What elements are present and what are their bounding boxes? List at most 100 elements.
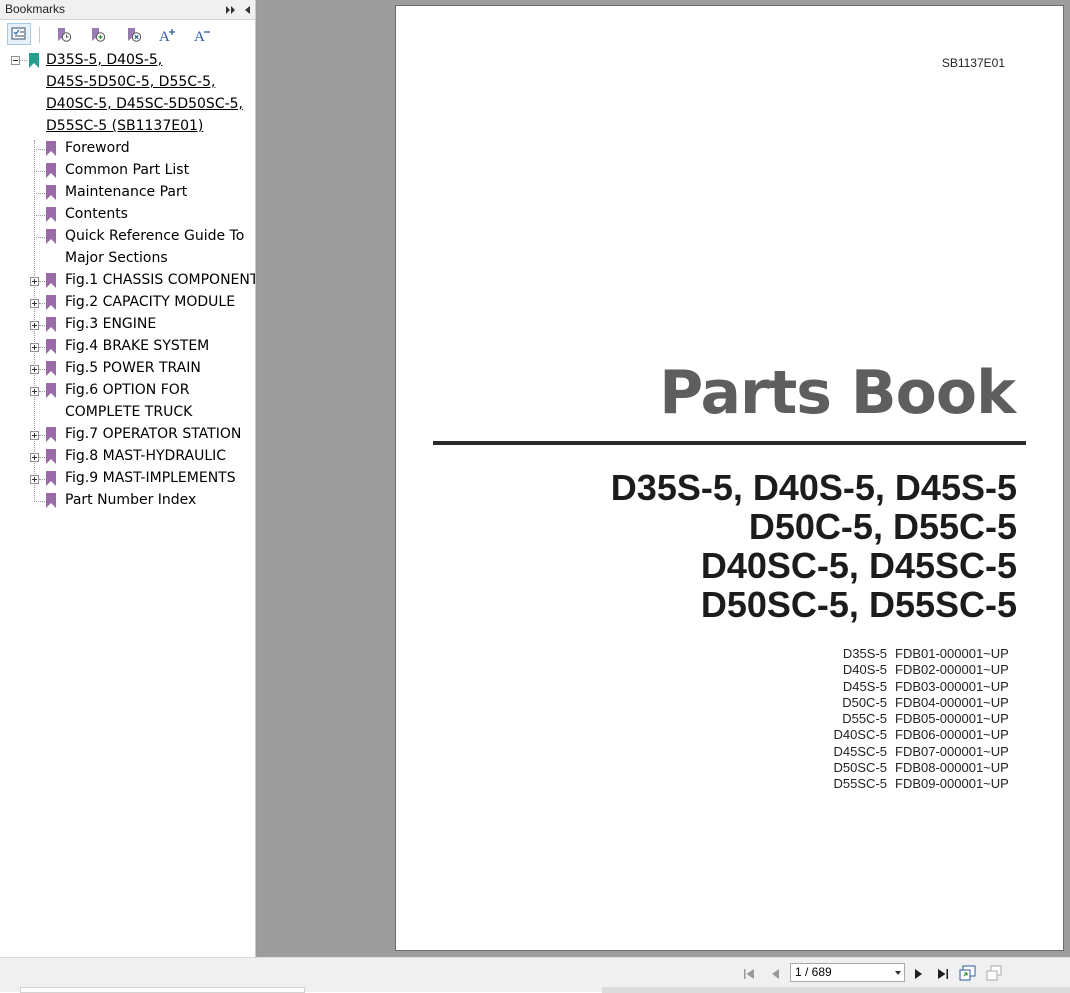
bookmark-item-label[interactable]: Fig.6 OPTION FOR [65,379,190,401]
bookmark-item-label[interactable]: Fig.5 POWER TRAIN [65,357,201,379]
expand-toggle-icon[interactable] [30,321,39,330]
document-page: SB1137E01 Parts Book D35S-5, D40S-5, D45… [395,5,1064,951]
navigation-bar: 1 / 689 [0,957,1070,993]
bookmark-item[interactable]: Fig.1 CHASSIS COMPONENT [0,269,255,291]
bookmark-item[interactable]: Common Part List [0,159,255,181]
single-page-view-icon[interactable] [959,964,977,982]
expand-toggle-icon[interactable] [30,431,39,440]
serial-number: FDB04-000001~UP [895,694,1009,710]
document-viewer[interactable]: SB1137E01 Parts Book D35S-5, D40S-5, D45… [258,0,1070,957]
model-list: D35S-5, D40S-5, D45S-5 D50C-5, D55C-5 D4… [611,468,1017,624]
bookmark-item[interactable]: Fig.3 ENGINE [0,313,255,335]
bookmark-item[interactable]: Part Number Index [0,489,255,511]
bookmark-icon [46,449,56,464]
bookmark-item[interactable]: Foreword [0,137,255,159]
expand-toggle-icon[interactable] [30,343,39,352]
bookmark-item[interactable]: Maintenance Part [0,181,255,203]
bookmark-root-label[interactable]: D45S-5D50C-5, D55C-5, [46,71,215,93]
bookmark-item-label[interactable]: Major Sections [65,247,168,269]
two-page-view-icon[interactable] [985,964,1003,982]
chevron-down-icon[interactable] [895,971,901,975]
serial-number: FDB09-000001~UP [895,776,1009,792]
bookmark-item-label[interactable]: COMPLETE TRUCK [65,401,192,423]
bookmark-item-label[interactable]: Fig.1 CHASSIS COMPONENT [65,269,255,291]
bookmark-item[interactable]: Fig.6 OPTION FOR COMPLETE TRUCK [0,379,255,423]
serial-model: D40SC-5 [833,727,887,743]
bookmark-item[interactable]: Fig.8 MAST-HYDRAULIC [0,445,255,467]
serial-number: FDB06-000001~UP [895,727,1009,743]
bookmark-item-label[interactable]: Fig.2 CAPACITY MODULE [65,291,235,313]
bookmark-item-label[interactable]: Contents [65,203,128,225]
bookmark-item[interactable]: Fig.2 CAPACITY MODULE [0,291,255,313]
document-code: SB1137E01 [941,56,1005,70]
bookmark-item-label[interactable]: Maintenance Part [65,181,187,203]
bookmark-item-label[interactable]: Fig.4 BRAKE SYSTEM [65,335,209,357]
expand-panel-icon[interactable] [224,2,238,16]
bookmark-root-label[interactable]: D40SC-5, D45SC-5D50SC-5, [46,93,243,115]
serial-row: D45S-5 FDB03-000001~UP [834,679,1015,695]
bookmark-item-label[interactable]: Fig.3 ENGINE [65,313,156,335]
model-line: D40SC-5, D45SC-5 [700,545,1017,586]
bookmarks-panel-header: Bookmarks [0,0,255,20]
decrease-text-size-icon[interactable]: A [191,24,213,46]
expand-toggle-icon[interactable] [30,453,39,462]
bookmark-item-label[interactable]: Common Part List [65,159,189,181]
bookmark-options-icon[interactable] [7,23,31,45]
bookmark-item-label[interactable]: Foreword [65,137,130,159]
bookmark-item[interactable]: Fig.7 OPERATOR STATION [0,423,255,445]
bookmark-root-label[interactable]: D35S-5, D40S-5, [46,49,162,71]
next-page-icon[interactable] [910,966,928,980]
expand-toggle-icon[interactable] [30,475,39,484]
expand-toggle-icon[interactable] [30,387,39,396]
serial-row: D55SC-5 FDB09-000001~UP [834,776,1015,792]
bookmark-item-label[interactable]: Fig.8 MAST-HYDRAULIC [65,445,226,467]
first-page-icon[interactable] [741,966,759,980]
bookmark-icon [46,229,56,244]
serial-number: FDB03-000001~UP [895,678,1009,694]
bookmark-item-label[interactable]: Fig.7 OPERATOR STATION [65,423,241,445]
serial-row: D40S-5 FDB02-000001~UP [834,662,1015,678]
status-strip [602,987,1070,993]
serial-model: D55SC-5 [833,776,887,792]
serial-model: D50C-5 [842,694,887,710]
serial-number: FDB02-000001~UP [895,662,1009,678]
bookmark-icon [46,427,56,442]
toolbar-separator [39,27,40,43]
bookmark-item[interactable]: Fig.9 MAST-IMPLEMENTS [0,467,255,489]
bookmark-icon [29,53,39,68]
last-page-icon[interactable] [934,966,952,980]
add-bookmark-icon[interactable] [87,24,109,46]
bookmark-root-label[interactable]: D55SC-5 (SB1137E01) [46,115,203,137]
page-number-field[interactable]: 1 / 689 [790,963,905,982]
serial-row: D45SC-5 FDB07-000001~UP [834,744,1015,760]
svg-text:A: A [194,29,205,44]
serial-row: D50C-5 FDB04-000001~UP [834,695,1015,711]
bookmark-item[interactable]: Fig.5 POWER TRAIN [0,357,255,379]
bookmark-icon [46,273,56,288]
expand-bookmark-icon[interactable] [53,24,75,46]
serial-row: D50SC-5 FDB08-000001~UP [834,760,1015,776]
increase-text-size-icon[interactable]: A [156,24,178,46]
serial-model: D40S-5 [842,662,887,678]
previous-page-icon[interactable] [767,966,785,980]
collapse-panel-icon[interactable] [240,2,254,16]
horizontal-scrollbar[interactable] [20,987,305,993]
serial-number-list: D35S-5 FDB01-000001~UP D40S-5 FDB02-000001~… [834,646,1015,793]
bookmark-icon [46,141,56,156]
expand-toggle-icon[interactable] [30,277,39,286]
bookmark-item-label[interactable]: Part Number Index [65,489,196,511]
expand-toggle-icon[interactable] [30,365,39,374]
bookmark-item[interactable]: Quick Reference Guide To Major Sections [0,225,255,269]
serial-number: FDB07-000001~UP [895,743,1009,759]
serial-row: D40SC-5 FDB06-000001~UP [834,727,1015,743]
bookmark-item[interactable]: Fig.4 BRAKE SYSTEM [0,335,255,357]
bookmark-item[interactable]: Contents [0,203,255,225]
delete-bookmark-icon[interactable] [123,24,145,46]
bookmark-item-label[interactable]: Quick Reference Guide To [65,225,244,247]
bookmark-icon [46,163,56,178]
page-number-value[interactable]: 1 / 689 [795,965,832,979]
expand-toggle-icon[interactable] [30,299,39,308]
serial-model: D50SC-5 [833,760,887,776]
bookmark-item-label[interactable]: Fig.9 MAST-IMPLEMENTS [65,467,236,489]
collapse-toggle-icon[interactable] [11,56,20,65]
